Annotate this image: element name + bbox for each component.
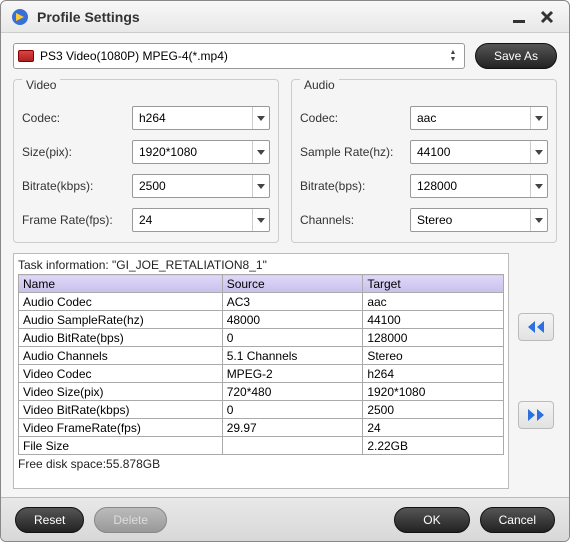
video-framerate-label: Frame Rate(fps): [22, 213, 132, 227]
cell-source: 29.97 [222, 419, 363, 437]
chevron-down-icon [530, 175, 546, 197]
titlebar: Profile Settings [1, 1, 569, 33]
audio-samplerate-label: Sample Rate(hz): [300, 145, 410, 159]
video-group: Video Codec: h264 Size(pix): 1920*1080 Bit… [13, 79, 279, 243]
video-bitrate-label: Bitrate(kbps): [22, 179, 132, 193]
audio-samplerate-combo[interactable]: 44100 [410, 140, 548, 164]
video-codec-label: Codec: [22, 111, 132, 125]
audio-codec-label: Codec: [300, 111, 410, 125]
task-table: Name Source Target Audio CodecAC3aacAudi… [18, 274, 504, 455]
cell-source: 0 [222, 329, 363, 347]
cell-name: Video Size(pix) [19, 383, 223, 401]
chevron-down-icon [530, 107, 546, 129]
task-caption: Task information: "GI_JOE_RETALIATION8_1… [18, 258, 504, 272]
cell-name: Video BitRate(kbps) [19, 401, 223, 419]
cell-target: h264 [363, 365, 504, 383]
footer: Reset Delete OK Cancel [1, 497, 569, 541]
table-row: Audio SampleRate(hz)4800044100 [19, 311, 504, 329]
profile-settings-window: Profile Settings PS3 Video(1080P) MPEG-4… [0, 0, 570, 542]
cell-source: MPEG-2 [222, 365, 363, 383]
chevron-down-icon [252, 175, 268, 197]
app-icon [11, 8, 29, 26]
table-row: Video BitRate(kbps)02500 [19, 401, 504, 419]
cell-target: Stereo [363, 347, 504, 365]
video-heading: Video [22, 78, 60, 92]
close-button[interactable] [535, 5, 559, 29]
table-row: Video FrameRate(fps)29.9724 [19, 419, 504, 437]
audio-codec-combo[interactable]: aac [410, 106, 548, 130]
cell-target: 128000 [363, 329, 504, 347]
cell-name: Video FrameRate(fps) [19, 419, 223, 437]
audio-channels-combo[interactable]: Stereo [410, 208, 548, 232]
cell-source: 5.1 Channels [222, 347, 363, 365]
video-size-label: Size(pix): [22, 145, 132, 159]
audio-group: Audio Codec: aac Sample Rate(hz): 44100 Bi… [291, 79, 557, 243]
video-size-combo[interactable]: 1920*1080 [132, 140, 270, 164]
cell-name: Audio SampleRate(hz) [19, 311, 223, 329]
combo-value: 44100 [417, 145, 530, 159]
col-name: Name [19, 275, 223, 293]
free-disk-space: Free disk space:55.878GB [18, 457, 504, 471]
video-framerate-combo[interactable]: 24 [132, 208, 270, 232]
audio-channels-label: Channels: [300, 213, 410, 227]
chevron-down-icon [530, 141, 546, 163]
cell-name: File Size [19, 437, 223, 455]
cell-source: 0 [222, 401, 363, 419]
audio-bitrate-combo[interactable]: 128000 [410, 174, 548, 198]
delete-button[interactable]: Delete [94, 507, 167, 533]
cell-source: AC3 [222, 293, 363, 311]
table-row: File Size 2.22GB [19, 437, 504, 455]
window-title: Profile Settings [37, 9, 503, 25]
minimize-button[interactable] [507, 5, 531, 29]
prev-task-button[interactable] [518, 313, 554, 341]
spinner-icon: ▲▼ [446, 49, 460, 63]
task-info-panel: Task information: "GI_JOE_RETALIATION8_1… [13, 253, 509, 489]
combo-value: aac [417, 111, 530, 125]
cell-target: 44100 [363, 311, 504, 329]
table-row: Video Size(pix)720*4801920*1080 [19, 383, 504, 401]
reset-button[interactable]: Reset [15, 507, 84, 533]
cell-source: 720*480 [222, 383, 363, 401]
cell-target: 2500 [363, 401, 504, 419]
nav-column [515, 253, 557, 489]
chevron-down-icon [252, 141, 268, 163]
profile-selector[interactable]: PS3 Video(1080P) MPEG-4(*.mp4) ▲▼ [13, 43, 465, 69]
cell-target: 2.22GB [363, 437, 504, 455]
audio-heading: Audio [300, 78, 339, 92]
next-task-button[interactable] [518, 401, 554, 429]
audio-bitrate-label: Bitrate(bps): [300, 179, 410, 193]
table-row: Audio Channels5.1 ChannelsStereo [19, 347, 504, 365]
combo-value: 2500 [139, 179, 252, 193]
combo-value: 1920*1080 [139, 145, 252, 159]
format-icon [18, 50, 34, 62]
chevron-down-icon [252, 107, 268, 129]
combo-value: Stereo [417, 213, 530, 227]
cell-target: 24 [363, 419, 504, 437]
dialog-body: PS3 Video(1080P) MPEG-4(*.mp4) ▲▼ Save A… [1, 33, 569, 497]
ok-button[interactable]: OK [394, 507, 469, 533]
cell-name: Audio Channels [19, 347, 223, 365]
video-bitrate-combo[interactable]: 2500 [132, 174, 270, 198]
cell-name: Audio BitRate(bps) [19, 329, 223, 347]
cell-name: Video Codec [19, 365, 223, 383]
cell-source [222, 437, 363, 455]
table-row: Video CodecMPEG-2h264 [19, 365, 504, 383]
combo-value: h264 [139, 111, 252, 125]
table-row: Audio CodecAC3aac [19, 293, 504, 311]
cell-source: 48000 [222, 311, 363, 329]
profile-selected-text: PS3 Video(1080P) MPEG-4(*.mp4) [40, 49, 446, 63]
combo-value: 128000 [417, 179, 530, 193]
chevron-down-icon [252, 209, 268, 231]
video-codec-combo[interactable]: h264 [132, 106, 270, 130]
save-as-button[interactable]: Save As [475, 43, 557, 69]
col-target: Target [363, 275, 504, 293]
chevron-down-icon [530, 209, 546, 231]
table-row: Audio BitRate(bps)0128000 [19, 329, 504, 347]
col-source: Source [222, 275, 363, 293]
cell-name: Audio Codec [19, 293, 223, 311]
cancel-button[interactable]: Cancel [480, 507, 555, 533]
cell-target: aac [363, 293, 504, 311]
combo-value: 24 [139, 213, 252, 227]
cell-target: 1920*1080 [363, 383, 504, 401]
